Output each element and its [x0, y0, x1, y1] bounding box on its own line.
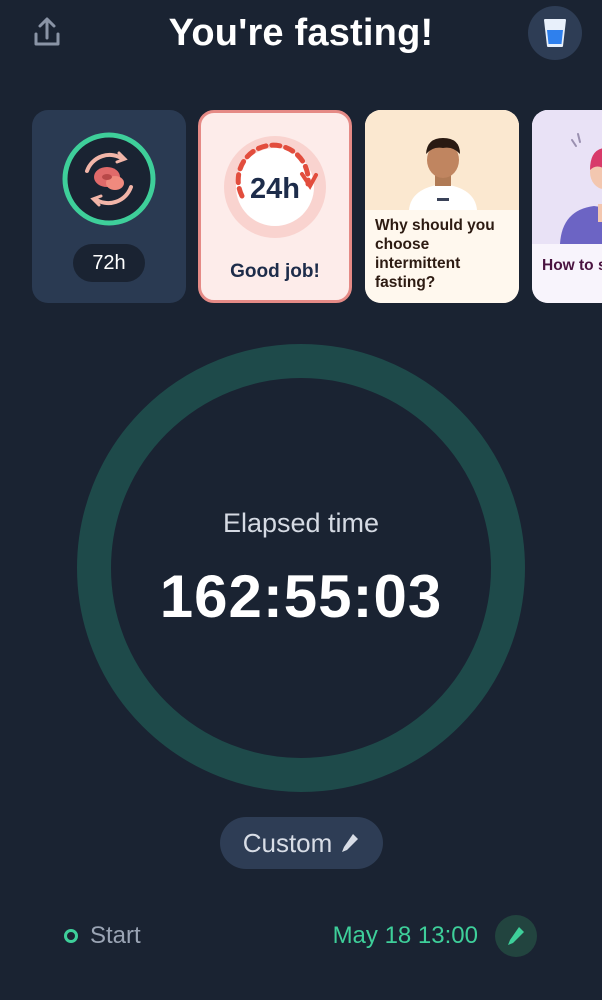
- edit-start-time-button[interactable]: [495, 915, 537, 957]
- fasting-plan-label: Custom: [242, 827, 333, 858]
- fasting-plan-button[interactable]: Custom: [220, 817, 383, 869]
- cell-renewal-icon: [62, 132, 156, 226]
- article-illustration: [365, 110, 519, 210]
- article-title: How to s… motivate…: [532, 244, 602, 303]
- article-illustration: [532, 110, 602, 244]
- start-label: Start: [90, 922, 141, 949]
- duration-pill: 72h: [73, 244, 145, 282]
- card-24h-achievement[interactable]: 24h Good job!: [198, 110, 352, 303]
- person-illustration: [365, 110, 519, 210]
- card-why-intermittent-fasting[interactable]: Why should you choose intermittent fasti…: [365, 110, 519, 303]
- card-how-to-stay-motivated[interactable]: How to s… motivate…: [532, 110, 602, 303]
- water-tracker-button[interactable]: [528, 6, 582, 60]
- 24h-badge-icon: 24h: [224, 136, 326, 238]
- woman-illustration: [532, 110, 602, 244]
- water-glass-icon: [544, 19, 566, 47]
- elapsed-time: 162:55:03: [159, 563, 443, 630]
- 24h-badge-text: 24h: [250, 173, 300, 205]
- page-title: You're fasting!: [168, 12, 434, 54]
- start-dot-icon: [64, 929, 78, 943]
- start-time-value[interactable]: May 18 13:00: [333, 922, 478, 950]
- pencil-icon: [508, 927, 524, 945]
- header: You're fasting!: [0, 0, 602, 70]
- card-72h[interactable]: 72h: [32, 110, 186, 303]
- stories-carousel[interactable]: 72h 24h Good job! Why should you choose …: [0, 110, 602, 304]
- achievement-label: Good job!: [230, 261, 320, 282]
- article-title: Why should you choose intermittent fasti…: [365, 210, 519, 303]
- pencil-icon: [342, 834, 359, 852]
- start-time-row: Start May 18 13:00: [0, 908, 602, 964]
- timer-label: Elapsed time: [222, 508, 380, 538]
